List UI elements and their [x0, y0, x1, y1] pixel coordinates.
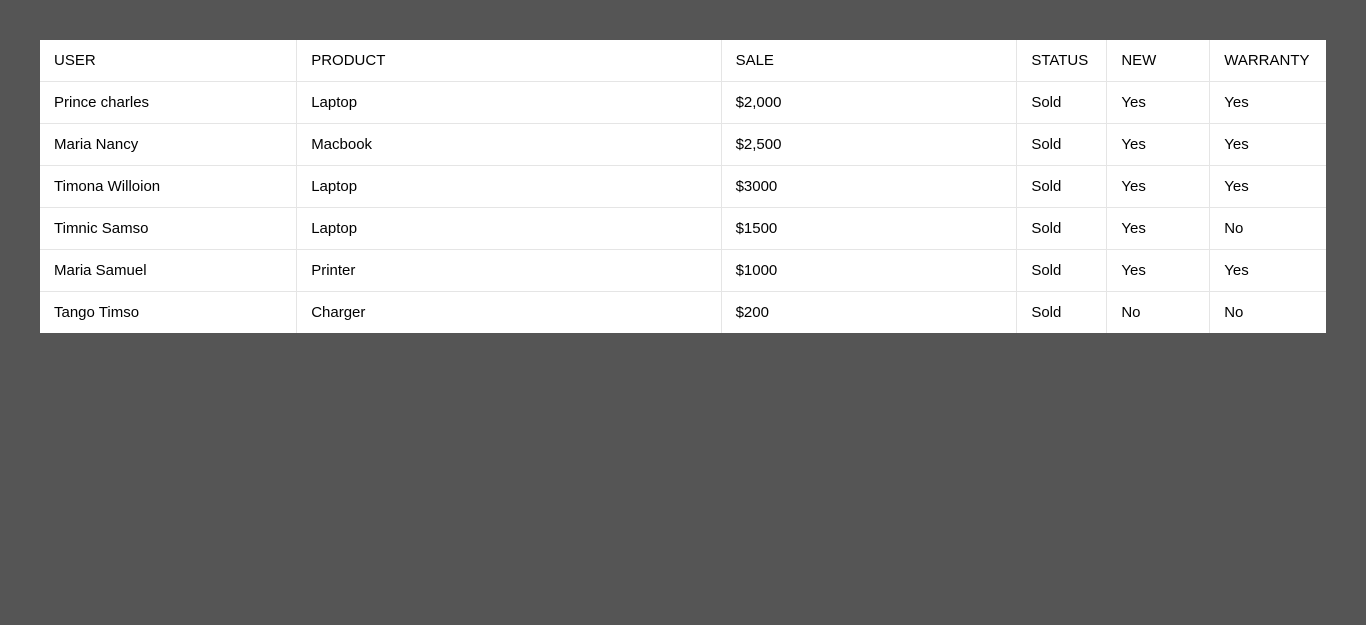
cell-new: Yes	[1107, 82, 1210, 124]
cell-new: No	[1107, 292, 1210, 333]
cell-warranty: Yes	[1210, 166, 1326, 208]
cell-new: Yes	[1107, 208, 1210, 250]
cell-user: Timnic Samso	[40, 208, 297, 250]
cell-sale: $200	[722, 292, 1018, 333]
cell-user: Prince charles	[40, 82, 297, 124]
cell-status: Sold	[1017, 124, 1107, 166]
cell-status: Sold	[1017, 208, 1107, 250]
table-row: Prince charles Laptop $2,000 Sold Yes Ye…	[40, 82, 1326, 124]
header-status: STATUS	[1017, 40, 1107, 82]
table-row: Timona Willoion Laptop $3000 Sold Yes Ye…	[40, 166, 1326, 208]
cell-status: Sold	[1017, 82, 1107, 124]
header-warranty: WARRANTY	[1210, 40, 1326, 82]
cell-product: Laptop	[297, 208, 721, 250]
cell-sale: $1000	[722, 250, 1018, 292]
cell-product: Laptop	[297, 166, 721, 208]
cell-new: Yes	[1107, 124, 1210, 166]
header-product: PRODUCT	[297, 40, 721, 82]
cell-sale: $2,000	[722, 82, 1018, 124]
cell-status: Sold	[1017, 250, 1107, 292]
cell-status: Sold	[1017, 166, 1107, 208]
cell-status: Sold	[1017, 292, 1107, 333]
cell-warranty: No	[1210, 292, 1326, 333]
table-row: Tango Timso Charger $200 Sold No No	[40, 292, 1326, 333]
cell-new: Yes	[1107, 166, 1210, 208]
cell-product: Printer	[297, 250, 721, 292]
header-sale: SALE	[722, 40, 1018, 82]
cell-warranty: Yes	[1210, 82, 1326, 124]
cell-new: Yes	[1107, 250, 1210, 292]
table-header-row: USER PRODUCT SALE STATUS NEW WARRANTY	[40, 40, 1326, 82]
table-row: Maria Samuel Printer $1000 Sold Yes Yes	[40, 250, 1326, 292]
cell-sale: $3000	[722, 166, 1018, 208]
table-row: Maria Nancy Macbook $2,500 Sold Yes Yes	[40, 124, 1326, 166]
cell-user: Timona Willoion	[40, 166, 297, 208]
cell-warranty: No	[1210, 208, 1326, 250]
cell-user: Tango Timso	[40, 292, 297, 333]
table-row: Timnic Samso Laptop $1500 Sold Yes No	[40, 208, 1326, 250]
sales-table: USER PRODUCT SALE STATUS NEW WARRANTY Pr…	[40, 40, 1326, 333]
cell-product: Macbook	[297, 124, 721, 166]
cell-product: Laptop	[297, 82, 721, 124]
cell-user: Maria Nancy	[40, 124, 297, 166]
cell-product: Charger	[297, 292, 721, 333]
cell-user: Maria Samuel	[40, 250, 297, 292]
cell-sale: $2,500	[722, 124, 1018, 166]
header-new: NEW	[1107, 40, 1210, 82]
cell-sale: $1500	[722, 208, 1018, 250]
cell-warranty: Yes	[1210, 124, 1326, 166]
sales-table-container: USER PRODUCT SALE STATUS NEW WARRANTY Pr…	[40, 40, 1326, 333]
header-user: USER	[40, 40, 297, 82]
table-body: Prince charles Laptop $2,000 Sold Yes Ye…	[40, 82, 1326, 333]
cell-warranty: Yes	[1210, 250, 1326, 292]
